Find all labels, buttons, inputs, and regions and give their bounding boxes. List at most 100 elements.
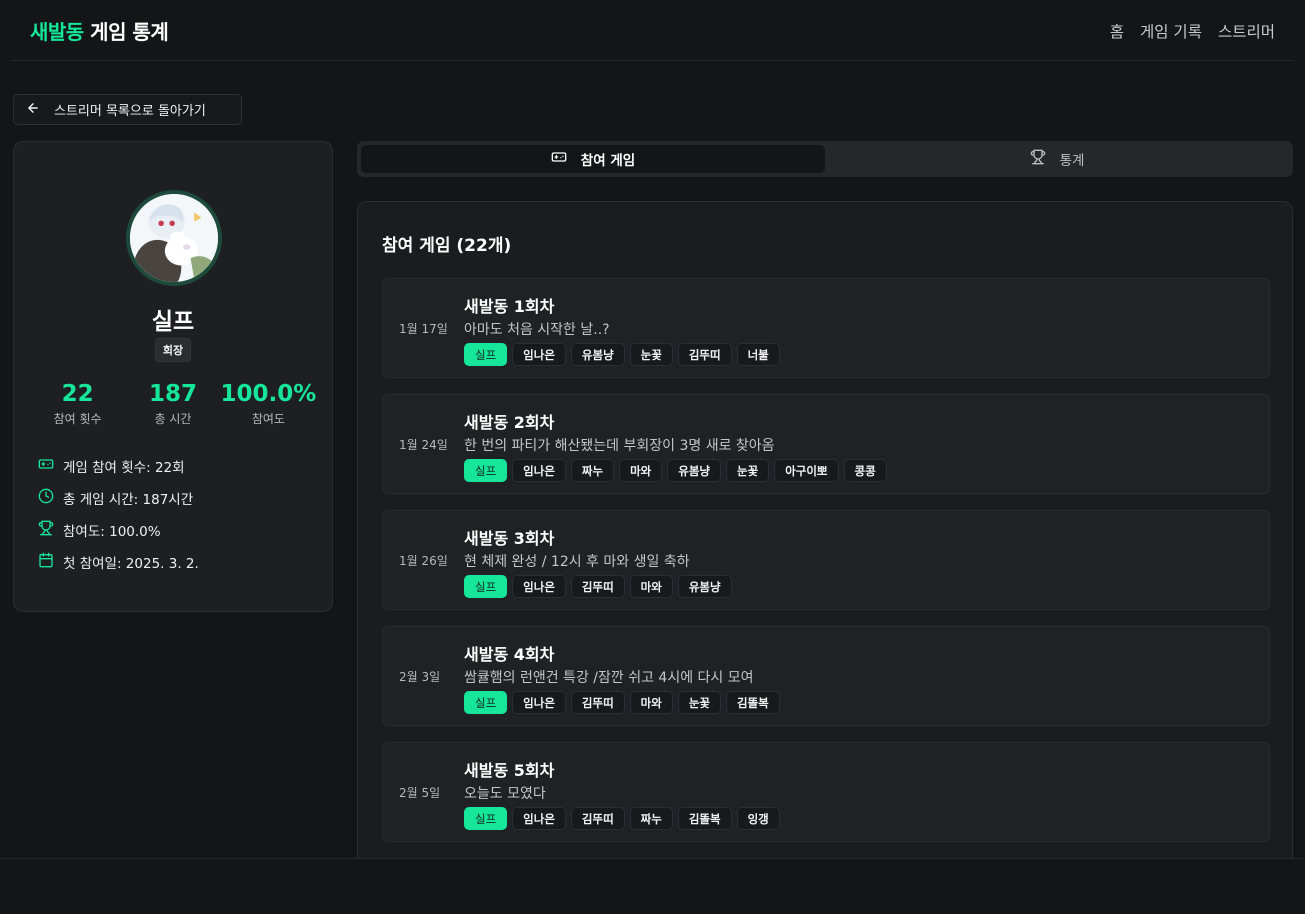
- participant-tag[interactable]: 임나은: [512, 459, 566, 482]
- participant-tag[interactable]: 유봄냥: [570, 343, 625, 366]
- participant-tag-self[interactable]: 실프: [464, 459, 508, 482]
- tab-label: 참여 게임: [580, 153, 636, 169]
- stat-value: 22: [61, 381, 94, 407]
- trophy-icon: [38, 520, 54, 540]
- participant-tag[interactable]: 김똘복: [726, 691, 780, 714]
- participant-tag[interactable]: 김뚜띠: [570, 575, 625, 598]
- brand-accent: 새발동: [30, 20, 84, 44]
- participant-tag[interactable]: 짜누: [570, 459, 615, 482]
- participant-tag[interactable]: 너불: [736, 343, 780, 366]
- participant-tag[interactable]: 짜누: [629, 807, 673, 830]
- gamepad-icon: [551, 149, 567, 169]
- game-card[interactable]: 1월 17일 새발동 1회차 아마도 처음 시작한 날..? 실프 임나은 유봄냥 눈꽃 김뚜…: [382, 278, 1270, 378]
- game-date: 2월 5일: [399, 785, 441, 800]
- game-description: 오늘도 모였다: [464, 786, 546, 802]
- stat-label: 참여도: [251, 412, 285, 426]
- role-badge: 회장: [154, 338, 192, 362]
- game-date: 1월 24일: [399, 437, 448, 452]
- nav-streamers[interactable]: 스트리머: [1218, 20, 1275, 42]
- participant-tag[interactable]: 잉갱: [736, 807, 780, 830]
- participant-tags: 실프 임나은 유봄냥 눈꽃 김뚜띠 너불: [464, 343, 780, 366]
- game-card[interactable]: 1월 24일 새발동 2회차한 번의 파티가 해산됐는데 부회장이 3명 새로 찾…: [382, 394, 1270, 494]
- participant-tag-self[interactable]: 실프: [464, 343, 508, 366]
- participant-tag[interactable]: 유봄냥: [677, 575, 732, 598]
- participated-games-panel: 참여 게임 (22개) 1월 17일 새발동 1회차 아마도 처음 시작한 날..?…: [357, 201, 1293, 914]
- clock-icon: [38, 488, 54, 508]
- participant-tag[interactable]: 김뚜띠: [677, 343, 732, 366]
- participant-tag[interactable]: 마와: [629, 575, 673, 598]
- stat-participation: 22 참여 횟수: [14, 380, 141, 427]
- info-participation-rate: 참여도: 100.0%: [38, 514, 199, 546]
- participant-tag[interactable]: 마와: [619, 459, 663, 482]
- streamer-profile-card: 실프 회장 22 참여 횟수 187 총 시간 100.0% 참여도 게임 참여…: [13, 141, 333, 612]
- participant-tag[interactable]: 김뚜띠: [570, 691, 625, 714]
- game-card[interactable]: 1월 26일 새발동 3회차현 체제 완성 / 12시 후 마와 생일 축하실프 임…: [382, 510, 1270, 610]
- game-card[interactable]: 2월 5일 새발동 5회차오늘도 모였다실프 임나은 김뚜띠 짜누 김똘복 잉갱: [382, 742, 1270, 842]
- game-description: 현 체제 완성 / 12시 후 마와 생일 축하: [464, 554, 690, 570]
- participant-tag[interactable]: 눈꽃: [677, 691, 722, 714]
- info-text: 총 게임 시간: 187시간: [63, 492, 194, 508]
- back-to-streamers-button[interactable]: 스트리머 목록으로 돌아가기: [13, 94, 242, 125]
- main-nav: 홈 게임 기록 스트리머: [1110, 20, 1275, 42]
- stat-value: 187: [148, 381, 197, 407]
- top-header: 새발동 게임 통계 홈 게임 기록 스트리머: [0, 0, 1305, 61]
- info-game-count: 게임 참여 횟수: 22회: [38, 450, 199, 482]
- participant-tag[interactable]: 유봄냥: [667, 459, 722, 482]
- participant-tags: 실프 임나은 김뚜띠 마와 유봄냥: [464, 575, 732, 598]
- game-title: 새발동 5회차: [464, 761, 555, 780]
- info-text: 게임 참여 횟수: 22회: [63, 460, 185, 476]
- header-divider: [11, 60, 1294, 61]
- game-date: 1월 26일: [399, 553, 448, 568]
- info-first-date: 첫 참여일: 2025. 3. 2.: [38, 546, 199, 578]
- back-button-label: 스트리머 목록으로 돌아가기: [54, 104, 206, 119]
- tab-games[interactable]: 참여 게임: [361, 145, 825, 173]
- game-description: 아마도 처음 시작한 날..?: [464, 322, 610, 338]
- nav-game-records[interactable]: 게임 기록: [1140, 20, 1202, 42]
- participant-tag[interactable]: 임나은: [512, 807, 566, 830]
- game-card[interactable]: 2월 3일 새발동 4회차 쌈큘햄의 런앤건 특강 /잠깐 쉬고 4시에 다시 모여…: [382, 626, 1270, 726]
- info-total-time: 총 게임 시간: 187시간: [38, 482, 199, 514]
- footer: [0, 858, 1305, 914]
- game-title: 새발동 1회차: [464, 297, 555, 316]
- participant-tags: 실프 임나은 김뚜띠 짜누 김똘복 잉갱: [464, 807, 780, 830]
- participant-tag[interactable]: 김뚜띠: [570, 807, 625, 830]
- tab-label: 통계: [1059, 153, 1085, 169]
- stat-label: 참여 횟수: [53, 412, 102, 426]
- tab-stats[interactable]: 통계: [825, 145, 1289, 173]
- stat-label: 총 시간: [154, 412, 192, 426]
- calendar-icon: [38, 552, 54, 572]
- stats-summary: 22 참여 횟수 187 총 시간 100.0% 참여도: [14, 380, 332, 427]
- game-title: 새발동 4회차: [464, 645, 555, 664]
- arrow-left-icon: [26, 101, 40, 119]
- participant-tag-self[interactable]: 실프: [464, 807, 508, 830]
- game-description: 쌈큘햄의 런앤건 특강 /잠깐 쉬고 4시에 다시 모여: [464, 670, 754, 686]
- stat-participation-rate: 100.0% 참여도: [205, 380, 332, 427]
- participant-tag[interactable]: 임나은: [512, 575, 566, 598]
- profile-info-list: 게임 참여 횟수: 22회 총 게임 시간: 187시간 참여도: 100.0%…: [38, 450, 199, 578]
- participant-tag[interactable]: 눈꽃: [629, 343, 673, 366]
- info-text: 첫 참여일: 2025. 3. 2.: [63, 556, 199, 572]
- participant-tag[interactable]: 눈꽃: [726, 459, 770, 482]
- participant-tag-self[interactable]: 실프: [464, 691, 508, 714]
- game-description: 한 번의 파티가 해산됐는데 부회장이 3명 새로 찾아옴: [464, 438, 775, 454]
- info-text: 참여도: 100.0%: [63, 524, 161, 540]
- participant-tag-self[interactable]: 실프: [464, 575, 508, 598]
- profile-tabs: 참여 게임 통계: [357, 141, 1293, 177]
- site-brand[interactable]: 새발동 게임 통계: [30, 16, 169, 45]
- gamepad-icon: [38, 456, 54, 476]
- streamer-name: 실프: [151, 309, 195, 335]
- stat-value: 100.0%: [220, 381, 317, 407]
- participant-tag[interactable]: 임나은: [512, 343, 566, 366]
- avatar: [126, 190, 222, 286]
- participant-tags: 실프 임나은 짜누 마와 유봄냥 눈꽃 아구이뽀 콩콩: [464, 459, 887, 482]
- participant-tag[interactable]: 김똘복: [677, 807, 732, 830]
- role-wrap: 회장: [14, 338, 332, 362]
- participant-tag[interactable]: 콩콩: [843, 459, 887, 482]
- participant-tag[interactable]: 마와: [629, 691, 673, 714]
- stat-total-time: 187 총 시간: [141, 380, 205, 427]
- participant-tag[interactable]: 임나은: [512, 691, 566, 714]
- participant-tag[interactable]: 아구이뽀: [774, 459, 839, 482]
- game-title: 새발동 2회차: [464, 413, 555, 432]
- game-title: 새발동 3회차: [464, 529, 555, 548]
- nav-home[interactable]: 홈: [1110, 20, 1124, 42]
